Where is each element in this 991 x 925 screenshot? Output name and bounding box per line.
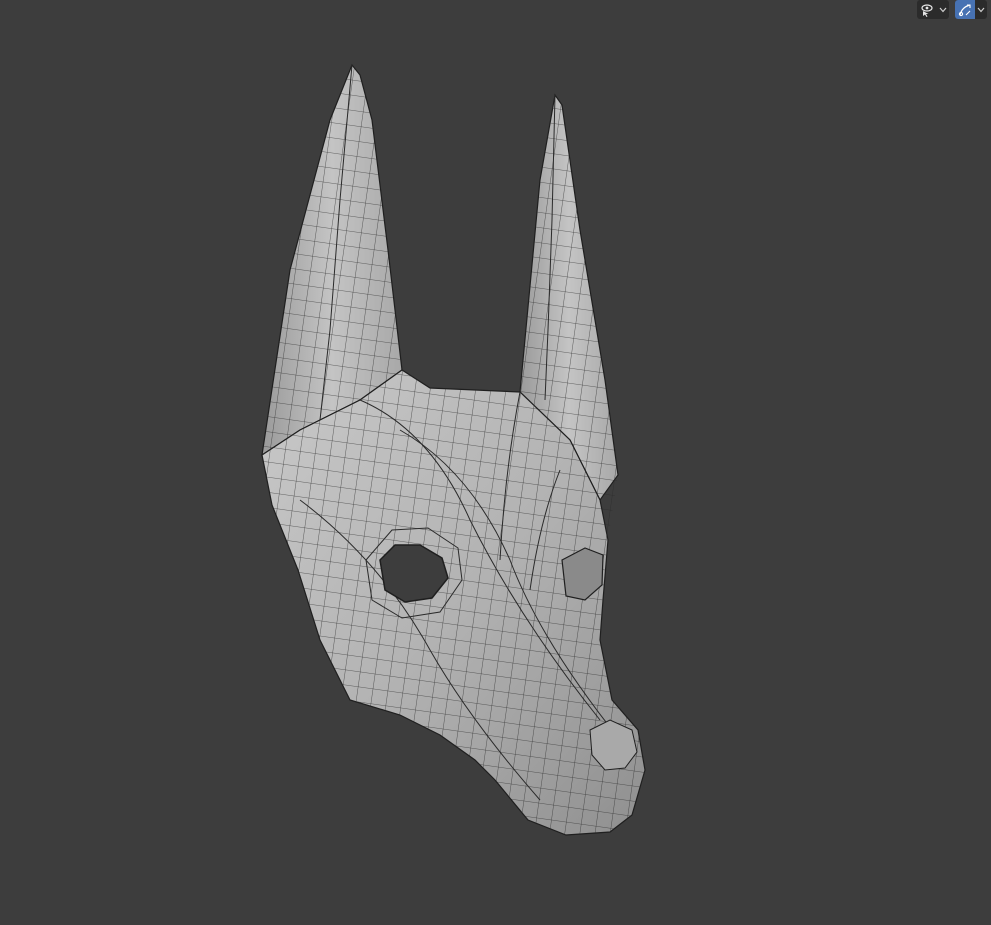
3d-viewport[interactable] (0, 0, 991, 925)
gizmo-toggle-icon[interactable] (955, 0, 975, 19)
chevron-down-icon[interactable] (975, 0, 987, 19)
gizmo-toggle-dropdown[interactable] (955, 0, 987, 19)
mask-mesh[interactable] (0, 0, 991, 925)
eye-selectability-icon[interactable] (917, 0, 937, 19)
visibility-selectability-dropdown[interactable] (917, 0, 949, 19)
viewport-header-tools (917, 0, 987, 19)
chevron-down-icon[interactable] (937, 0, 949, 19)
